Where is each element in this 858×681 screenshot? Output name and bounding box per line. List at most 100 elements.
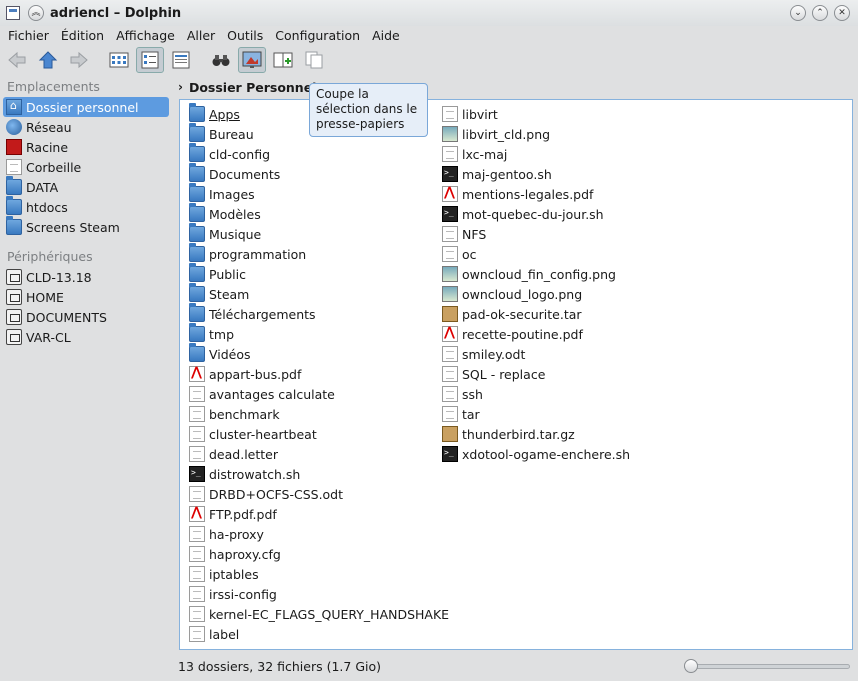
forward-button[interactable] bbox=[65, 47, 93, 73]
file-item[interactable]: NFS bbox=[442, 224, 630, 244]
breadcrumb-current[interactable]: Dossier Personnel bbox=[189, 80, 317, 95]
close-button[interactable]: ✕ bbox=[834, 5, 850, 21]
copy-button[interactable] bbox=[300, 47, 328, 73]
file-item[interactable]: distrowatch.sh bbox=[189, 464, 449, 484]
document-icon bbox=[442, 386, 458, 402]
place-item-screens-steam[interactable]: Screens Steam bbox=[1, 216, 171, 237]
compact-view-button[interactable] bbox=[136, 47, 164, 73]
file-item[interactable]: haproxy.cfg bbox=[189, 544, 449, 564]
file-name: kernel-EC_FLAGS_QUERY_HANDSHAKE bbox=[209, 606, 450, 622]
file-name: Steam bbox=[209, 286, 250, 302]
place-item-network[interactable]: Réseau bbox=[1, 117, 171, 137]
file-item[interactable]: benchmark bbox=[189, 404, 449, 424]
pdf-icon bbox=[442, 325, 458, 342]
up-button[interactable] bbox=[34, 47, 62, 73]
file-name: cld-config bbox=[209, 146, 271, 162]
file-name: DRBD+OCFS-CSS.odt bbox=[209, 486, 344, 502]
file-item[interactable]: cluster-heartbeat bbox=[189, 424, 449, 444]
file-item[interactable]: pad-ok-securite.tar bbox=[442, 304, 630, 324]
place-item-htdocs[interactable]: htdocs bbox=[1, 196, 171, 217]
file-name: libvirt_cld.png bbox=[462, 126, 551, 142]
file-name: Apps bbox=[209, 106, 240, 122]
file-view[interactable]: Apps Bureau cld-config Documents Images Modèl… bbox=[179, 99, 853, 650]
file-name: recette-poutine.pdf bbox=[462, 326, 583, 342]
icons-view-button[interactable] bbox=[105, 47, 133, 73]
file-item[interactable]: maj-gentoo.sh bbox=[442, 164, 630, 184]
find-button[interactable] bbox=[207, 47, 235, 73]
maximize-button[interactable]: ⌃ bbox=[812, 5, 828, 21]
file-item[interactable]: tar bbox=[442, 404, 630, 424]
file-item[interactable]: ha-proxy bbox=[189, 524, 449, 544]
file-item[interactable]: oc bbox=[442, 244, 630, 264]
file-item[interactable]: libvirt_cld.png bbox=[442, 124, 630, 144]
device-item-var-cl[interactable]: VAR-CL bbox=[1, 327, 171, 347]
file-item[interactable]: mot-quebec-du-jour.sh bbox=[442, 204, 630, 224]
file-item[interactable]: ssh bbox=[442, 384, 630, 404]
file-item[interactable]: Documents bbox=[189, 163, 449, 184]
place-item-trash[interactable]: Corbeille bbox=[1, 157, 171, 177]
file-item[interactable]: Public bbox=[189, 263, 449, 284]
zoom-track[interactable] bbox=[684, 664, 850, 669]
folder-icon bbox=[6, 216, 22, 235]
file-item[interactable]: owncloud_fin_config.png bbox=[442, 264, 630, 284]
file-item[interactable]: Modèles bbox=[189, 203, 449, 224]
menu-fichier[interactable]: Fichier bbox=[2, 28, 55, 43]
menu-affichage[interactable]: Affichage bbox=[110, 28, 181, 43]
keep-above-button[interactable]: ︽ bbox=[28, 5, 44, 21]
file-item[interactable]: smiley.odt bbox=[442, 344, 630, 364]
menu-configuration[interactable]: Configuration bbox=[269, 28, 366, 43]
chevron-right-icon[interactable]: › bbox=[178, 80, 183, 94]
device-item-cld[interactable]: CLD-13.18 bbox=[1, 267, 171, 287]
app-menu-icon[interactable] bbox=[6, 6, 20, 20]
file-item[interactable]: Musique bbox=[189, 223, 449, 244]
file-item[interactable]: kernel-EC_FLAGS_QUERY_HANDSHAKE bbox=[189, 604, 449, 624]
file-item[interactable]: Téléchargements bbox=[189, 303, 449, 324]
file-item[interactable]: thunderbird.tar.gz bbox=[442, 424, 630, 444]
file-item[interactable]: irssi-config bbox=[189, 584, 449, 604]
image-icon bbox=[442, 286, 458, 302]
file-item[interactable]: libvirt bbox=[442, 104, 630, 124]
preview-button[interactable] bbox=[238, 47, 266, 73]
device-item-home[interactable]: HOME bbox=[1, 287, 171, 307]
file-item[interactable]: mentions-legales.pdf bbox=[442, 184, 630, 204]
file-item[interactable]: owncloud_logo.png bbox=[442, 284, 630, 304]
minimize-button[interactable]: ⌄ bbox=[790, 5, 806, 21]
menu-outils[interactable]: Outils bbox=[221, 28, 269, 43]
details-view-button[interactable] bbox=[167, 47, 195, 73]
file-item[interactable]: DRBD+OCFS-CSS.odt bbox=[189, 484, 449, 504]
file-item[interactable]: appart-bus.pdf bbox=[189, 364, 449, 384]
file-item[interactable]: FTP.pdf.pdf bbox=[189, 504, 449, 524]
file-item[interactable]: xdotool-ogame-enchere.sh bbox=[442, 444, 630, 464]
file-item[interactable]: SQL - replace bbox=[442, 364, 630, 384]
file-item[interactable]: tmp bbox=[189, 323, 449, 344]
file-item[interactable]: cld-config bbox=[189, 143, 449, 164]
file-item[interactable]: avantages calculate bbox=[189, 384, 449, 404]
split-view-button[interactable] bbox=[269, 47, 297, 73]
file-item[interactable]: dead.letter bbox=[189, 444, 449, 464]
file-item[interactable]: programmation bbox=[189, 243, 449, 264]
file-name: mot-quebec-du-jour.sh bbox=[462, 206, 604, 222]
file-item[interactable]: lxc-maj bbox=[442, 144, 630, 164]
zoom-slider[interactable] bbox=[684, 659, 850, 673]
zoom-handle[interactable] bbox=[684, 659, 698, 673]
back-button[interactable] bbox=[3, 47, 31, 73]
place-item-data[interactable]: DATA bbox=[1, 176, 171, 197]
file-name: Modèles bbox=[209, 206, 261, 222]
device-item-documents[interactable]: DOCUMENTS bbox=[1, 307, 171, 327]
menu-aller[interactable]: Aller bbox=[181, 28, 221, 43]
folder-icon bbox=[189, 223, 205, 242]
file-item[interactable]: iptables bbox=[189, 564, 449, 584]
pdf-icon bbox=[442, 185, 458, 202]
menu-edition[interactable]: Édition bbox=[55, 28, 110, 43]
menu-aide[interactable]: Aide bbox=[366, 28, 406, 43]
file-item[interactable]: Images bbox=[189, 183, 449, 204]
file-item[interactable]: Vidéos bbox=[189, 343, 449, 364]
file-name: oc bbox=[462, 246, 477, 262]
place-item-root[interactable]: Racine bbox=[1, 137, 171, 157]
file-name: Musique bbox=[209, 226, 262, 242]
file-item[interactable]: Steam bbox=[189, 283, 449, 304]
status-text: 13 dossiers, 32 fichiers (1.7 Gio) bbox=[178, 658, 381, 674]
file-item[interactable]: label bbox=[189, 624, 449, 644]
place-item-home[interactable]: Dossier personnel bbox=[3, 97, 169, 117]
file-item[interactable]: recette-poutine.pdf bbox=[442, 324, 630, 344]
